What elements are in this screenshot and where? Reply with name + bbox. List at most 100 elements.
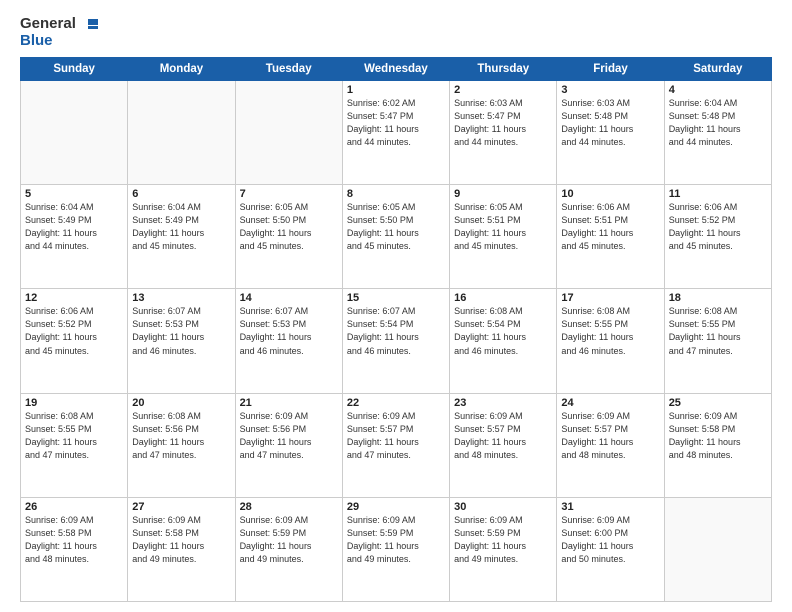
day-info: Sunrise: 6:04 AM Sunset: 5:49 PM Dayligh…: [132, 201, 230, 253]
calendar-weekday-tuesday: Tuesday: [235, 58, 342, 81]
day-number: 2: [454, 84, 552, 96]
day-number: 29: [347, 501, 445, 513]
day-info: Sunrise: 6:09 AM Sunset: 6:00 PM Dayligh…: [561, 514, 659, 566]
calendar-cell: 20Sunrise: 6:08 AM Sunset: 5:56 PM Dayli…: [128, 393, 235, 497]
day-info: Sunrise: 6:02 AM Sunset: 5:47 PM Dayligh…: [347, 97, 445, 149]
calendar-cell: 3Sunrise: 6:03 AM Sunset: 5:48 PM Daylig…: [557, 81, 664, 185]
calendar-cell: [21, 81, 128, 185]
day-info: Sunrise: 6:08 AM Sunset: 5:55 PM Dayligh…: [25, 410, 123, 462]
calendar-cell: 7Sunrise: 6:05 AM Sunset: 5:50 PM Daylig…: [235, 185, 342, 289]
calendar-cell: 23Sunrise: 6:09 AM Sunset: 5:57 PM Dayli…: [450, 393, 557, 497]
logo: General Blue: [20, 16, 98, 49]
page: General Blue SundayMondayTuesdayWednesda…: [0, 0, 792, 612]
day-number: 11: [669, 188, 767, 200]
calendar-weekday-wednesday: Wednesday: [342, 58, 449, 81]
calendar-cell: 1Sunrise: 6:02 AM Sunset: 5:47 PM Daylig…: [342, 81, 449, 185]
calendar-week-1: 1Sunrise: 6:02 AM Sunset: 5:47 PM Daylig…: [21, 81, 772, 185]
logo-arrow-icon: [80, 17, 98, 31]
calendar-cell: [664, 497, 771, 601]
calendar-week-2: 5Sunrise: 6:04 AM Sunset: 5:49 PM Daylig…: [21, 185, 772, 289]
calendar-cell: 27Sunrise: 6:09 AM Sunset: 5:58 PM Dayli…: [128, 497, 235, 601]
day-number: 24: [561, 397, 659, 409]
day-number: 28: [240, 501, 338, 513]
calendar-cell: 11Sunrise: 6:06 AM Sunset: 5:52 PM Dayli…: [664, 185, 771, 289]
day-info: Sunrise: 6:08 AM Sunset: 5:56 PM Dayligh…: [132, 410, 230, 462]
calendar-week-5: 26 Sunrise: 6:09 AM Sunset: 5:58 PM Dayli…: [21, 497, 772, 601]
day-number: 21: [240, 397, 338, 409]
day-info: Sunrise: 6:03 AM Sunset: 5:47 PM Dayligh…: [454, 97, 552, 149]
day-info: Sunrise: 6:07 AM Sunset: 5:53 PM Dayligh…: [240, 305, 338, 357]
day-info: Sunrise: 6:03 AM Sunset: 5:48 PM Dayligh…: [561, 97, 659, 149]
calendar-cell: 2Sunrise: 6:03 AM Sunset: 5:47 PM Daylig…: [450, 81, 557, 185]
day-info: Sunrise: 6:09 AM Sunset: 5:57 PM Dayligh…: [561, 410, 659, 462]
calendar-cell: 18Sunrise: 6:08 AM Sunset: 5:55 PM Dayli…: [664, 289, 771, 393]
day-number: 22: [347, 397, 445, 409]
calendar-weekday-friday: Friday: [557, 58, 664, 81]
calendar-cell: 14Sunrise: 6:07 AM Sunset: 5:53 PM Dayli…: [235, 289, 342, 393]
day-info: Sunrise: 6:09 AM Sunset: 5:59 PM Dayligh…: [347, 514, 445, 566]
calendar-weekday-saturday: Saturday: [664, 58, 771, 81]
day-info: Sunrise: 6:07 AM Sunset: 5:54 PM Dayligh…: [347, 305, 445, 357]
day-info: Sunrise: 6:09 AM Sunset: 5:58 PM Dayligh…: [669, 410, 767, 462]
day-number: 5: [25, 188, 123, 200]
day-info: Sunrise: 6:09 AM Sunset: 5:59 PM Dayligh…: [240, 514, 338, 566]
calendar-table: SundayMondayTuesdayWednesdayThursdayFrid…: [20, 57, 772, 602]
calendar-cell: 16Sunrise: 6:08 AM Sunset: 5:54 PM Dayli…: [450, 289, 557, 393]
day-number: 9: [454, 188, 552, 200]
calendar-week-4: 19Sunrise: 6:08 AM Sunset: 5:55 PM Dayli…: [21, 393, 772, 497]
day-number: 27: [132, 501, 230, 513]
day-number: 8: [347, 188, 445, 200]
calendar-cell: 6Sunrise: 6:04 AM Sunset: 5:49 PM Daylig…: [128, 185, 235, 289]
day-info: Sunrise: 6:06 AM Sunset: 5:51 PM Dayligh…: [561, 201, 659, 253]
day-info: Sunrise: 6:09 AM Sunset: 5:56 PM Dayligh…: [240, 410, 338, 462]
day-info: Sunrise: 6:06 AM Sunset: 5:52 PM Dayligh…: [25, 305, 123, 357]
calendar-cell: 26Sunrise: 6:09 AM Sunset: 5:58 PM Dayli…: [21, 497, 128, 601]
day-number: 20: [132, 397, 230, 409]
day-info: Sunrise: 6:04 AM Sunset: 5:48 PM Dayligh…: [669, 97, 767, 149]
calendar-weekday-monday: Monday: [128, 58, 235, 81]
calendar-weekday-sunday: Sunday: [21, 58, 128, 81]
calendar-cell: 4Sunrise: 6:04 AM Sunset: 5:48 PM Daylig…: [664, 81, 771, 185]
day-info: Sunrise: 6:05 AM Sunset: 5:50 PM Dayligh…: [347, 201, 445, 253]
day-number: 18: [669, 292, 767, 304]
calendar-cell: 9Sunrise: 6:05 AM Sunset: 5:51 PM Daylig…: [450, 185, 557, 289]
day-number: 25: [669, 397, 767, 409]
calendar-cell: 10Sunrise: 6:06 AM Sunset: 5:51 PM Dayli…: [557, 185, 664, 289]
calendar-cell: 24Sunrise: 6:09 AM Sunset: 5:57 PM Dayli…: [557, 393, 664, 497]
day-info: Sunrise: 6:04 AM Sunset: 5:49 PM Dayligh…: [25, 201, 123, 253]
calendar-cell: 8Sunrise: 6:05 AM Sunset: 5:50 PM Daylig…: [342, 185, 449, 289]
calendar-cell: 19Sunrise: 6:08 AM Sunset: 5:55 PM Dayli…: [21, 393, 128, 497]
calendar-cell: 5Sunrise: 6:04 AM Sunset: 5:49 PM Daylig…: [21, 185, 128, 289]
day-number: 13: [132, 292, 230, 304]
calendar-cell: 21Sunrise: 6:09 AM Sunset: 5:56 PM Dayli…: [235, 393, 342, 497]
calendar-cell: [128, 81, 235, 185]
day-number: 30: [454, 501, 552, 513]
day-info: Sunrise: 6:08 AM Sunset: 5:54 PM Dayligh…: [454, 305, 552, 357]
calendar-cell: 30Sunrise: 6:09 AM Sunset: 5:59 PM Dayli…: [450, 497, 557, 601]
day-number: 17: [561, 292, 659, 304]
calendar-cell: 17Sunrise: 6:08 AM Sunset: 5:55 PM Dayli…: [557, 289, 664, 393]
calendar-week-3: 12Sunrise: 6:06 AM Sunset: 5:52 PM Dayli…: [21, 289, 772, 393]
day-info: Sunrise: 6:07 AM Sunset: 5:53 PM Dayligh…: [132, 305, 230, 357]
day-number: 15: [347, 292, 445, 304]
day-info: Sunrise: 6:08 AM Sunset: 5:55 PM Dayligh…: [669, 305, 767, 357]
day-info: Sunrise: 6:05 AM Sunset: 5:50 PM Dayligh…: [240, 201, 338, 253]
day-number: 6: [132, 188, 230, 200]
day-number: 31: [561, 501, 659, 513]
day-number: 14: [240, 292, 338, 304]
calendar-cell: [235, 81, 342, 185]
day-number: 26: [25, 501, 123, 513]
calendar-cell: 12Sunrise: 6:06 AM Sunset: 5:52 PM Dayli…: [21, 289, 128, 393]
calendar-weekday-thursday: Thursday: [450, 58, 557, 81]
calendar-cell: 15Sunrise: 6:07 AM Sunset: 5:54 PM Dayli…: [342, 289, 449, 393]
day-number: 19: [25, 397, 123, 409]
day-number: 10: [561, 188, 659, 200]
day-info: Sunrise: 6:09 AM Sunset: 5:57 PM Dayligh…: [454, 410, 552, 462]
calendar-cell: 25Sunrise: 6:09 AM Sunset: 5:58 PM Dayli…: [664, 393, 771, 497]
day-info: Sunrise: 6:09 AM Sunset: 5:58 PM Dayligh…: [132, 514, 230, 566]
day-info: Sunrise: 6:06 AM Sunset: 5:52 PM Dayligh…: [669, 201, 767, 253]
calendar-cell: 22Sunrise: 6:09 AM Sunset: 5:57 PM Dayli…: [342, 393, 449, 497]
day-number: 16: [454, 292, 552, 304]
calendar-cell: 13Sunrise: 6:07 AM Sunset: 5:53 PM Dayli…: [128, 289, 235, 393]
calendar-cell: 31Sunrise: 6:09 AM Sunset: 6:00 PM Dayli…: [557, 497, 664, 601]
